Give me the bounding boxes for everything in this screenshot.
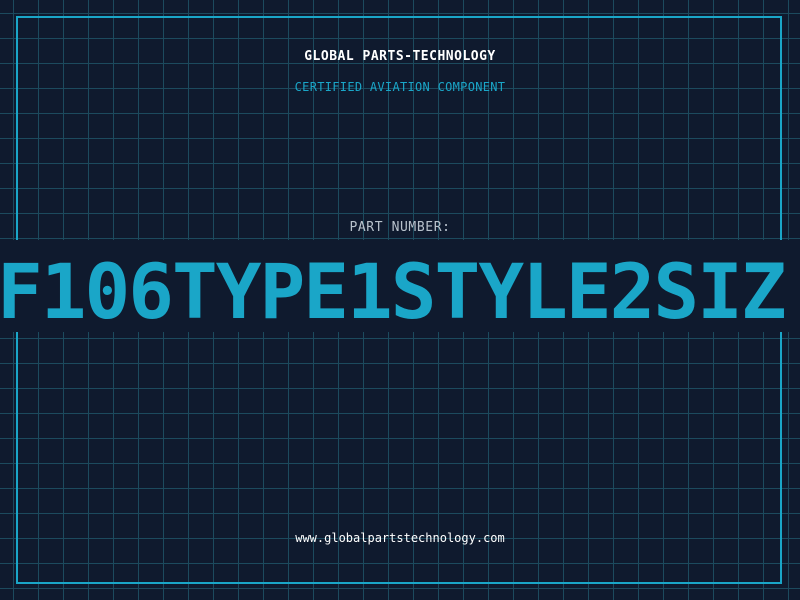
part-number-value: F106TYPE1STYLE2SIZ	[0, 247, 787, 332]
company-name: GLOBAL PARTS-TECHNOLOGY	[304, 49, 496, 64]
website-url: www.globalpartstechnology.com	[295, 531, 505, 545]
certification-subtitle: CERTIFIED AVIATION COMPONENT	[294, 80, 506, 94]
part-number-label: PART NUMBER:	[349, 220, 451, 235]
part-number-band: F106TYPE1STYLE2SIZ	[0, 240, 800, 332]
